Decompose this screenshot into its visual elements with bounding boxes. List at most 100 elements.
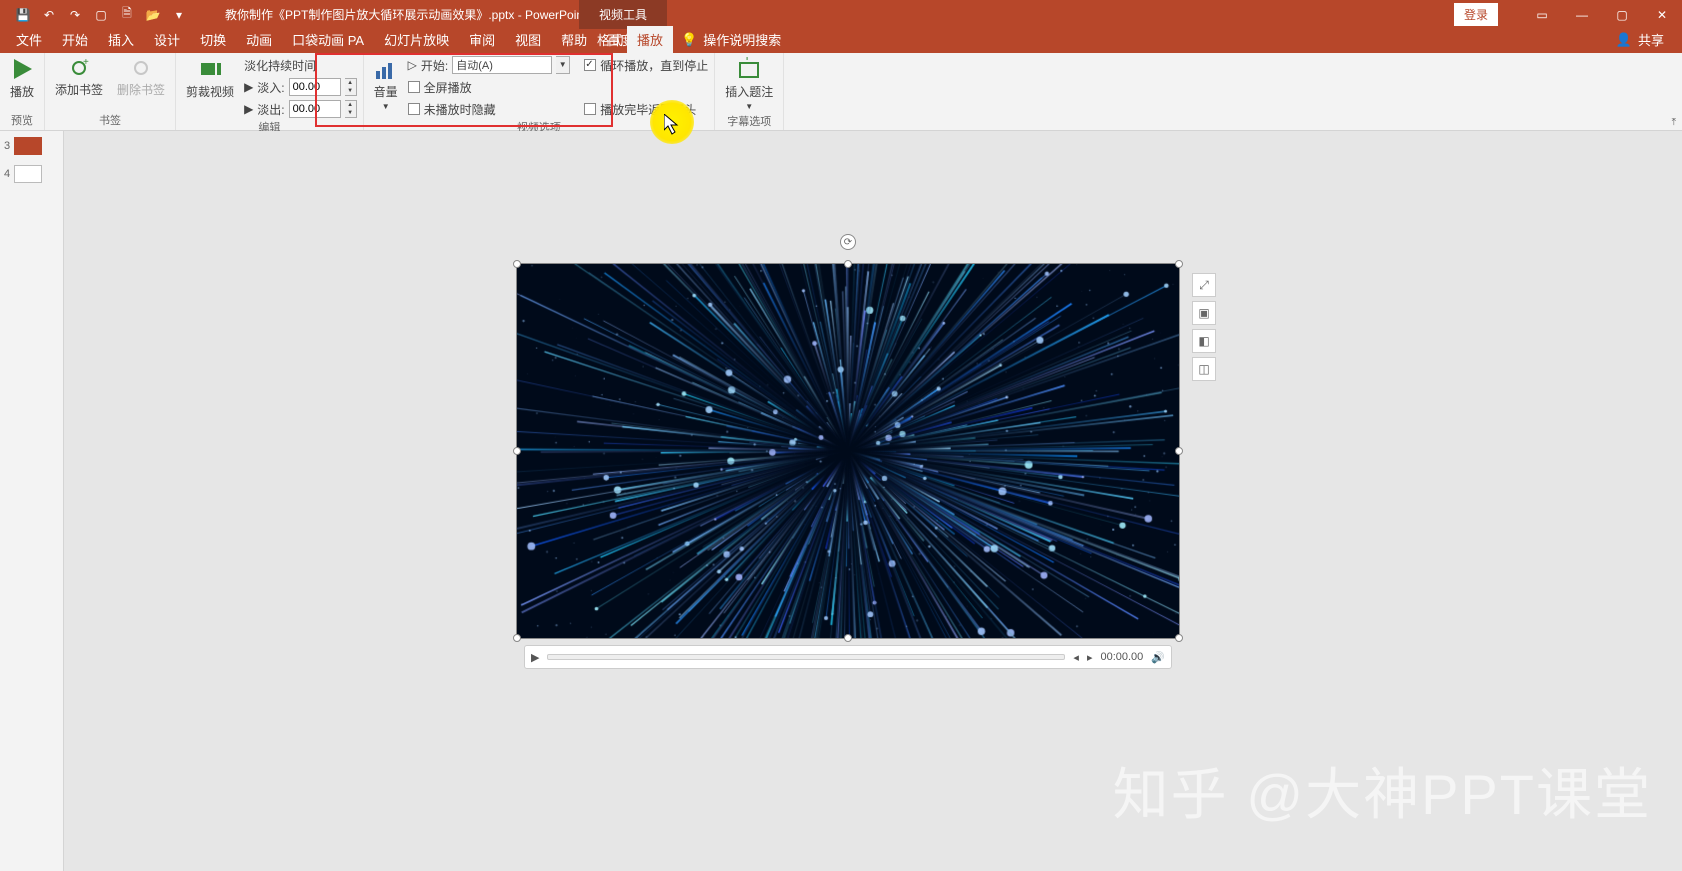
- handle-ne[interactable]: [1175, 260, 1183, 268]
- rotate-handle[interactable]: ⟳: [840, 234, 856, 250]
- volume-label: 音量: [374, 83, 398, 100]
- handle-w[interactable]: [513, 447, 521, 455]
- crop-icon[interactable]: ▣: [1192, 301, 1216, 325]
- main-area: 3 4 ⟳ ⤢ ▣ ◧ ◫ ▶ ◂: [0, 131, 1682, 871]
- close-icon[interactable]: ✕: [1642, 0, 1682, 29]
- qat-dropdown-icon[interactable]: ▾: [171, 7, 187, 23]
- thumb-preview-3: [14, 137, 42, 155]
- chevron-down-icon: ▼: [745, 102, 753, 111]
- slideshow-icon[interactable]: ▢: [93, 7, 109, 23]
- fade-out-icon: ▶: [244, 102, 253, 116]
- layout-icon[interactable]: ⤢: [1192, 273, 1216, 297]
- media-step-back-icon[interactable]: ◂: [1073, 651, 1079, 664]
- loop-checkbox[interactable]: [584, 59, 596, 71]
- thumbnail-4[interactable]: 4: [0, 163, 63, 191]
- start-play-icon: ▷: [408, 58, 417, 72]
- tab-animations[interactable]: 动画: [236, 26, 282, 53]
- remove-bookmark-label: 删除书签: [117, 81, 165, 98]
- share-label: 共享: [1638, 30, 1664, 49]
- tab-home[interactable]: 开始: [52, 26, 98, 53]
- new-icon[interactable]: 🗎: [119, 7, 135, 23]
- hide-label: 未播放时隐藏: [424, 101, 496, 118]
- rewind-label: 播放完毕返回开头: [600, 101, 696, 118]
- group-preview-label: 预览: [11, 112, 33, 130]
- group-bookmarks-label: 书签: [99, 112, 121, 130]
- fade-in-label: 淡入:: [257, 79, 284, 96]
- context-tab-label: 视频工具: [599, 6, 647, 23]
- video-object[interactable]: ⟳: [516, 263, 1180, 639]
- chevron-down-icon: ▼: [382, 102, 390, 111]
- tab-slideshow[interactable]: 幻灯片放映: [374, 26, 459, 53]
- fade-title: 淡化持续时间: [244, 55, 357, 75]
- fade-out-input[interactable]: [289, 100, 341, 118]
- add-bookmark-button[interactable]: + 添加书签: [51, 55, 107, 100]
- tab-koudai[interactable]: 口袋动画 PA: [282, 26, 374, 53]
- minimize-icon[interactable]: —: [1562, 0, 1602, 29]
- media-track[interactable]: [547, 654, 1065, 660]
- tab-file[interactable]: 文件: [6, 26, 52, 53]
- save-icon[interactable]: 💾: [15, 7, 31, 23]
- titlebar: 💾 ↶ ↷ ▢ 🗎 📂 ▾ 教你制作《PPT制作图片放大循环展示动画效果》.pp…: [0, 0, 1682, 29]
- login-button[interactable]: 登录: [1454, 3, 1498, 26]
- redo-icon[interactable]: ↷: [67, 7, 83, 23]
- hide-checkbox[interactable]: [408, 103, 420, 115]
- lightbulb-icon: 💡: [681, 32, 697, 48]
- fade-out-label: 淡出:: [257, 101, 284, 118]
- undo-icon[interactable]: ↶: [41, 7, 57, 23]
- tab-playback[interactable]: 播放: [627, 26, 673, 53]
- share-icon: 👤: [1616, 32, 1632, 48]
- insert-caption-button[interactable]: + 插入题注 ▼: [721, 55, 777, 113]
- fullscreen-checkbox[interactable]: [408, 81, 420, 93]
- tab-insert[interactable]: 插入: [98, 26, 144, 53]
- tab-view[interactable]: 视图: [505, 26, 551, 53]
- handle-s[interactable]: [844, 634, 852, 642]
- group-video-options: 音量 ▼ ▷ 开始: 自动(A) ▼ 全屏播放 未播放时隐藏: [364, 53, 716, 130]
- ribbon-display-icon[interactable]: ▭: [1522, 0, 1562, 29]
- open-icon[interactable]: 📂: [145, 7, 161, 23]
- start-combo-arrow[interactable]: ▼: [556, 56, 570, 74]
- volume-button[interactable]: 音量 ▼: [370, 55, 402, 113]
- slide-thumbnails: 3 4: [0, 131, 64, 871]
- media-time: 00:00.00: [1100, 651, 1143, 663]
- collapse-ribbon-icon[interactable]: ⤒: [1672, 117, 1676, 128]
- quick-access-toolbar: 💾 ↶ ↷ ▢ 🗎 📂 ▾: [0, 7, 187, 23]
- handle-sw[interactable]: [513, 634, 521, 642]
- start-combo[interactable]: 自动(A): [452, 56, 552, 74]
- handle-se[interactable]: [1175, 634, 1183, 642]
- media-step-fwd-icon[interactable]: ▸: [1087, 651, 1093, 664]
- handle-nw[interactable]: [513, 260, 521, 268]
- svg-text:+: +: [83, 57, 89, 68]
- tab-review[interactable]: 审阅: [459, 26, 505, 53]
- add-bookmark-label: 添加书签: [55, 81, 103, 98]
- tell-me-search[interactable]: 💡 操作说明搜索: [675, 26, 787, 53]
- slide-canvas[interactable]: ⟳ ⤢ ▣ ◧ ◫ ▶ ◂ ▸ 00:00.00 🔊 知乎 @大神PPT课堂: [64, 131, 1682, 871]
- style-icon[interactable]: ◧: [1192, 329, 1216, 353]
- handle-n[interactable]: [844, 260, 852, 268]
- svg-text:+: +: [743, 57, 751, 64]
- fade-out-spinner[interactable]: ▲▼: [345, 100, 357, 118]
- watermark: 知乎 @大神PPT课堂: [1113, 750, 1652, 831]
- thumbnail-3[interactable]: 3: [0, 135, 63, 163]
- fade-in-input[interactable]: [289, 78, 341, 96]
- document-title: 教你制作《PPT制作图片放大循环展示动画效果》.pptx - PowerPoin…: [225, 6, 586, 23]
- rewind-checkbox[interactable]: [584, 103, 596, 115]
- context-tab-video-tools: 视频工具: [579, 0, 667, 29]
- group-editing: 剪裁视频 淡化持续时间 ▶ 淡入: ▲▼ ▶ 淡出: ▲▼ 编辑: [176, 53, 364, 130]
- loop-label: 循环播放，直到停止: [600, 57, 708, 74]
- trim-video-label: 剪裁视频: [186, 83, 234, 100]
- group-captions-label: 字幕选项: [727, 113, 771, 131]
- tab-transitions[interactable]: 切换: [190, 26, 236, 53]
- media-play-icon[interactable]: ▶: [531, 651, 539, 664]
- play-button[interactable]: 播放: [6, 55, 38, 102]
- maximize-icon[interactable]: ▢: [1602, 0, 1642, 29]
- fade-in-spinner[interactable]: ▲▼: [345, 78, 357, 96]
- fade-in-icon: ▶: [244, 80, 253, 94]
- design-icon[interactable]: ◫: [1192, 357, 1216, 381]
- trim-video-button[interactable]: 剪裁视频: [182, 55, 238, 102]
- thumb-num-4: 4: [4, 168, 10, 180]
- handle-e[interactable]: [1175, 447, 1183, 455]
- tab-design[interactable]: 设计: [144, 26, 190, 53]
- media-volume-icon[interactable]: 🔊: [1151, 651, 1165, 664]
- group-preview: 播放 预览: [0, 53, 45, 130]
- share-button[interactable]: 👤 共享: [1610, 26, 1670, 53]
